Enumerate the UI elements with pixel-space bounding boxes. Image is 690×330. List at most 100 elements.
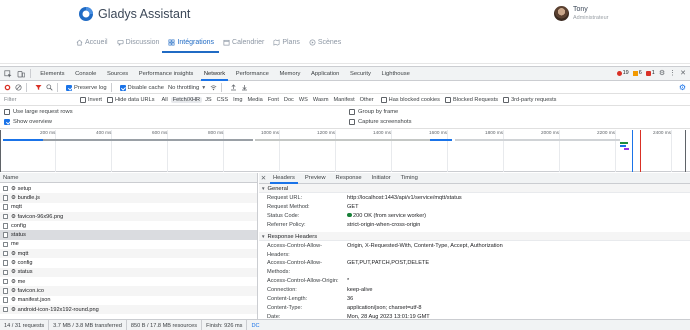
filter-funnel-icon[interactable] [35,84,42,91]
large-rows-checkbox[interactable]: Use large request rows [4,109,73,115]
checkbox[interactable] [503,97,510,103]
checkbox[interactable] [66,84,72,91]
request-row[interactable]: me [0,240,257,249]
network-overview[interactable]: 200 ms 400 ms 600 ms 800 ms 1000 ms 1200… [0,130,690,172]
close-devtools-icon[interactable]: ✕ [680,69,686,77]
name-column-header[interactable]: Name [0,173,257,183]
close-detail-icon[interactable]: ✕ [259,174,268,182]
group-by-frame-checkbox[interactable]: Group by frame [349,109,398,115]
device-toolbar-icon[interactable] [16,69,26,79]
tab-elements[interactable]: Elements [35,67,70,81]
user-name[interactable]: Tony [573,6,588,13]
preserve-log-checkbox[interactable]: Preserve log [66,84,107,91]
tab-console[interactable]: Console [70,67,102,81]
request-row[interactable]: ⚙ me [0,277,257,286]
capture-screenshots-checkbox[interactable]: Capture screenshots [349,119,412,125]
checkbox[interactable] [119,84,126,91]
request-row[interactable]: ⚙ android-icon-192x192-round.png [0,304,257,315]
nav-item-accueil[interactable]: Accueil [76,36,108,48]
tab-security[interactable]: Security [345,67,377,81]
tab-performance[interactable]: Performance [230,67,274,81]
throttling-select[interactable]: No throttling ▼ [168,85,206,91]
request-name: mqtt [11,204,22,211]
blocked-requests-checkbox[interactable]: Blocked Requests [444,97,498,103]
request-row[interactable]: ⚙ manifest.json [0,296,257,305]
type-filter-img[interactable]: Img [231,97,244,103]
response-headers-section-header[interactable]: ▼ Response Headers [259,231,690,241]
type-filter-js[interactable]: JS [203,97,214,103]
clear-icon[interactable] [15,84,22,91]
record-button[interactable] [4,84,11,91]
file-icon [3,297,8,303]
tab-memory[interactable]: Memory [274,67,306,81]
overview-selection[interactable] [0,130,686,172]
request-row[interactable]: ⚙ mqtt [0,249,257,259]
request-row[interactable]: ⚙ config [0,258,257,267]
network-conditions-icon[interactable] [210,84,217,91]
warning-badge[interactable]: 6 [632,70,642,76]
nav-item-scenes[interactable]: Scènes [309,36,341,48]
tab-network[interactable]: Network [199,67,231,81]
request-row-selected[interactable]: status [0,230,257,240]
tab-preview[interactable]: Preview [300,173,331,184]
type-filter-doc[interactable]: Doc [282,97,296,103]
request-name: ⚙ setup [11,185,32,192]
tab-timing[interactable]: Timing [396,173,423,184]
third-party-checkbox[interactable]: 3rd-party requests [503,97,556,103]
type-filter-wasm[interactable]: Wasm [311,97,331,103]
inspect-element-icon[interactable] [3,69,13,79]
type-filter-css[interactable]: CSS [215,97,231,103]
checkbox[interactable] [349,109,355,115]
tab-initiator[interactable]: Initiator [367,173,396,184]
nav-item-discussion[interactable]: Discussion [117,36,159,48]
app-title[interactable]: Gladys Assistant [98,7,190,21]
nav-item-plans[interactable]: Plans [273,36,300,48]
network-settings-icon[interactable]: ⚙ [679,83,686,92]
checkbox[interactable] [444,97,451,103]
search-icon[interactable] [46,84,53,91]
nav-item-calendrier[interactable]: Calendrier [223,36,264,48]
throttling-value: No throttling [167,84,200,91]
checkbox[interactable] [80,97,86,103]
checkbox[interactable] [107,97,113,103]
checkbox[interactable] [4,109,10,115]
tab-response[interactable]: Response [331,173,367,184]
import-har-icon[interactable] [230,84,237,91]
type-filter-fetch-xhr[interactable]: Fetch/XHR [170,97,203,103]
type-filter-font[interactable]: Font [266,97,281,103]
tab-performance-insights[interactable]: Performance insights [134,67,199,81]
request-row[interactable]: config [0,221,257,230]
settings-gear-icon[interactable]: ⚙ [659,69,665,77]
type-filter-other[interactable]: Other [358,97,376,103]
tab-sources[interactable]: Sources [102,67,134,81]
request-row[interactable]: ⚙ bundle.js [0,193,257,203]
tab-application[interactable]: Application [306,67,345,81]
checkbox[interactable] [349,119,355,125]
request-row[interactable]: ⚙ status [0,267,257,277]
export-har-icon[interactable] [241,84,248,91]
nav-item-integrations[interactable]: Intégrations [168,36,214,48]
checkbox[interactable] [380,97,387,103]
type-filter-manifest[interactable]: Manifest [332,97,357,103]
type-filter-all[interactable]: All [160,97,170,103]
hide-data-urls-checkbox[interactable]: Hide data URLs [107,97,155,103]
has-blocked-cookies-checkbox[interactable]: Has blocked cookies [380,97,440,103]
error-badge[interactable]: 19 [616,70,629,76]
type-filter-media[interactable]: Media [245,97,264,103]
checkbox[interactable] [4,119,10,125]
request-row[interactable]: ⚙ favicon.ico [0,286,257,296]
general-section-header[interactable]: ▼ General [259,184,690,193]
filter-input[interactable]: Filter [4,97,80,103]
avatar[interactable] [554,6,569,21]
request-row[interactable]: mqtt [0,203,257,212]
tab-headers[interactable]: Headers [268,173,300,184]
type-filter-ws[interactable]: WS [297,97,310,103]
request-row[interactable]: ⚙ favicon-96x96.png [0,211,257,222]
request-row[interactable]: ⚙ setup [0,184,257,193]
show-overview-checkbox[interactable]: Show overview [4,119,52,125]
invert-checkbox[interactable]: Invert [80,97,102,103]
more-options-icon[interactable]: ⋮ [669,69,676,77]
tab-lighthouse[interactable]: Lighthouse [376,67,415,81]
disable-cache-checkbox[interactable]: Disable cache [119,84,164,91]
issues-badge[interactable]: 1 [645,70,655,76]
